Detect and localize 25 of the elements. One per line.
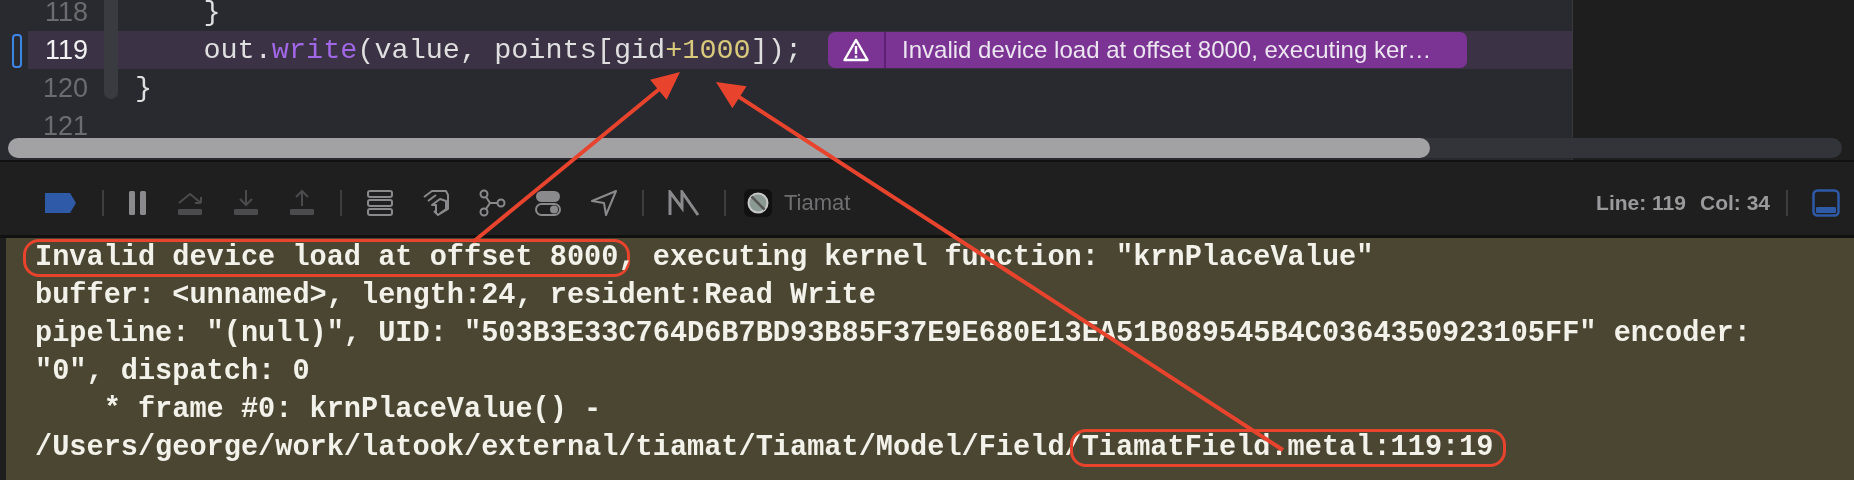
panel-toggle-icon[interactable]: [1812, 188, 1840, 217]
code-line: }: [135, 71, 153, 105]
breakpoints-icon[interactable]: [42, 190, 78, 215]
console-text: "0", dispatch: 0: [35, 357, 310, 387]
line-number: 118: [43, 0, 88, 28]
pause-icon[interactable]: [128, 189, 148, 216]
line-indicator: Line: 119: [1596, 190, 1686, 215]
process-name[interactable]: Tiamat: [784, 189, 851, 216]
issue-badge[interactable]: Invalid device load at offset 8000, executing ker…: [828, 32, 1468, 68]
code-line: out.write(value, points[gid+1000]);: [202, 33, 803, 67]
stack-icon[interactable]: [366, 188, 394, 217]
horizontal-scrollbar[interactable]: [8, 138, 1842, 158]
location-icon[interactable]: [590, 188, 618, 217]
prohibited-icon: [744, 188, 772, 217]
metal-icon[interactable]: [668, 189, 700, 216]
current-line-marker: [12, 34, 22, 68]
graph-icon[interactable]: [478, 188, 506, 217]
line-number: 121: [41, 110, 88, 142]
column-indicator: Col: 34: [1700, 190, 1770, 215]
console-text: * frame #0: krnPlaceValue() -: [102, 395, 602, 425]
layers-icon[interactable]: [422, 188, 450, 217]
line-number: 119: [43, 34, 88, 66]
console-text: buffer: <unnamed>, length:24, resident:Read Write: [35, 281, 876, 311]
line-number: 120: [41, 72, 88, 104]
toggles-icon[interactable]: [534, 188, 562, 217]
